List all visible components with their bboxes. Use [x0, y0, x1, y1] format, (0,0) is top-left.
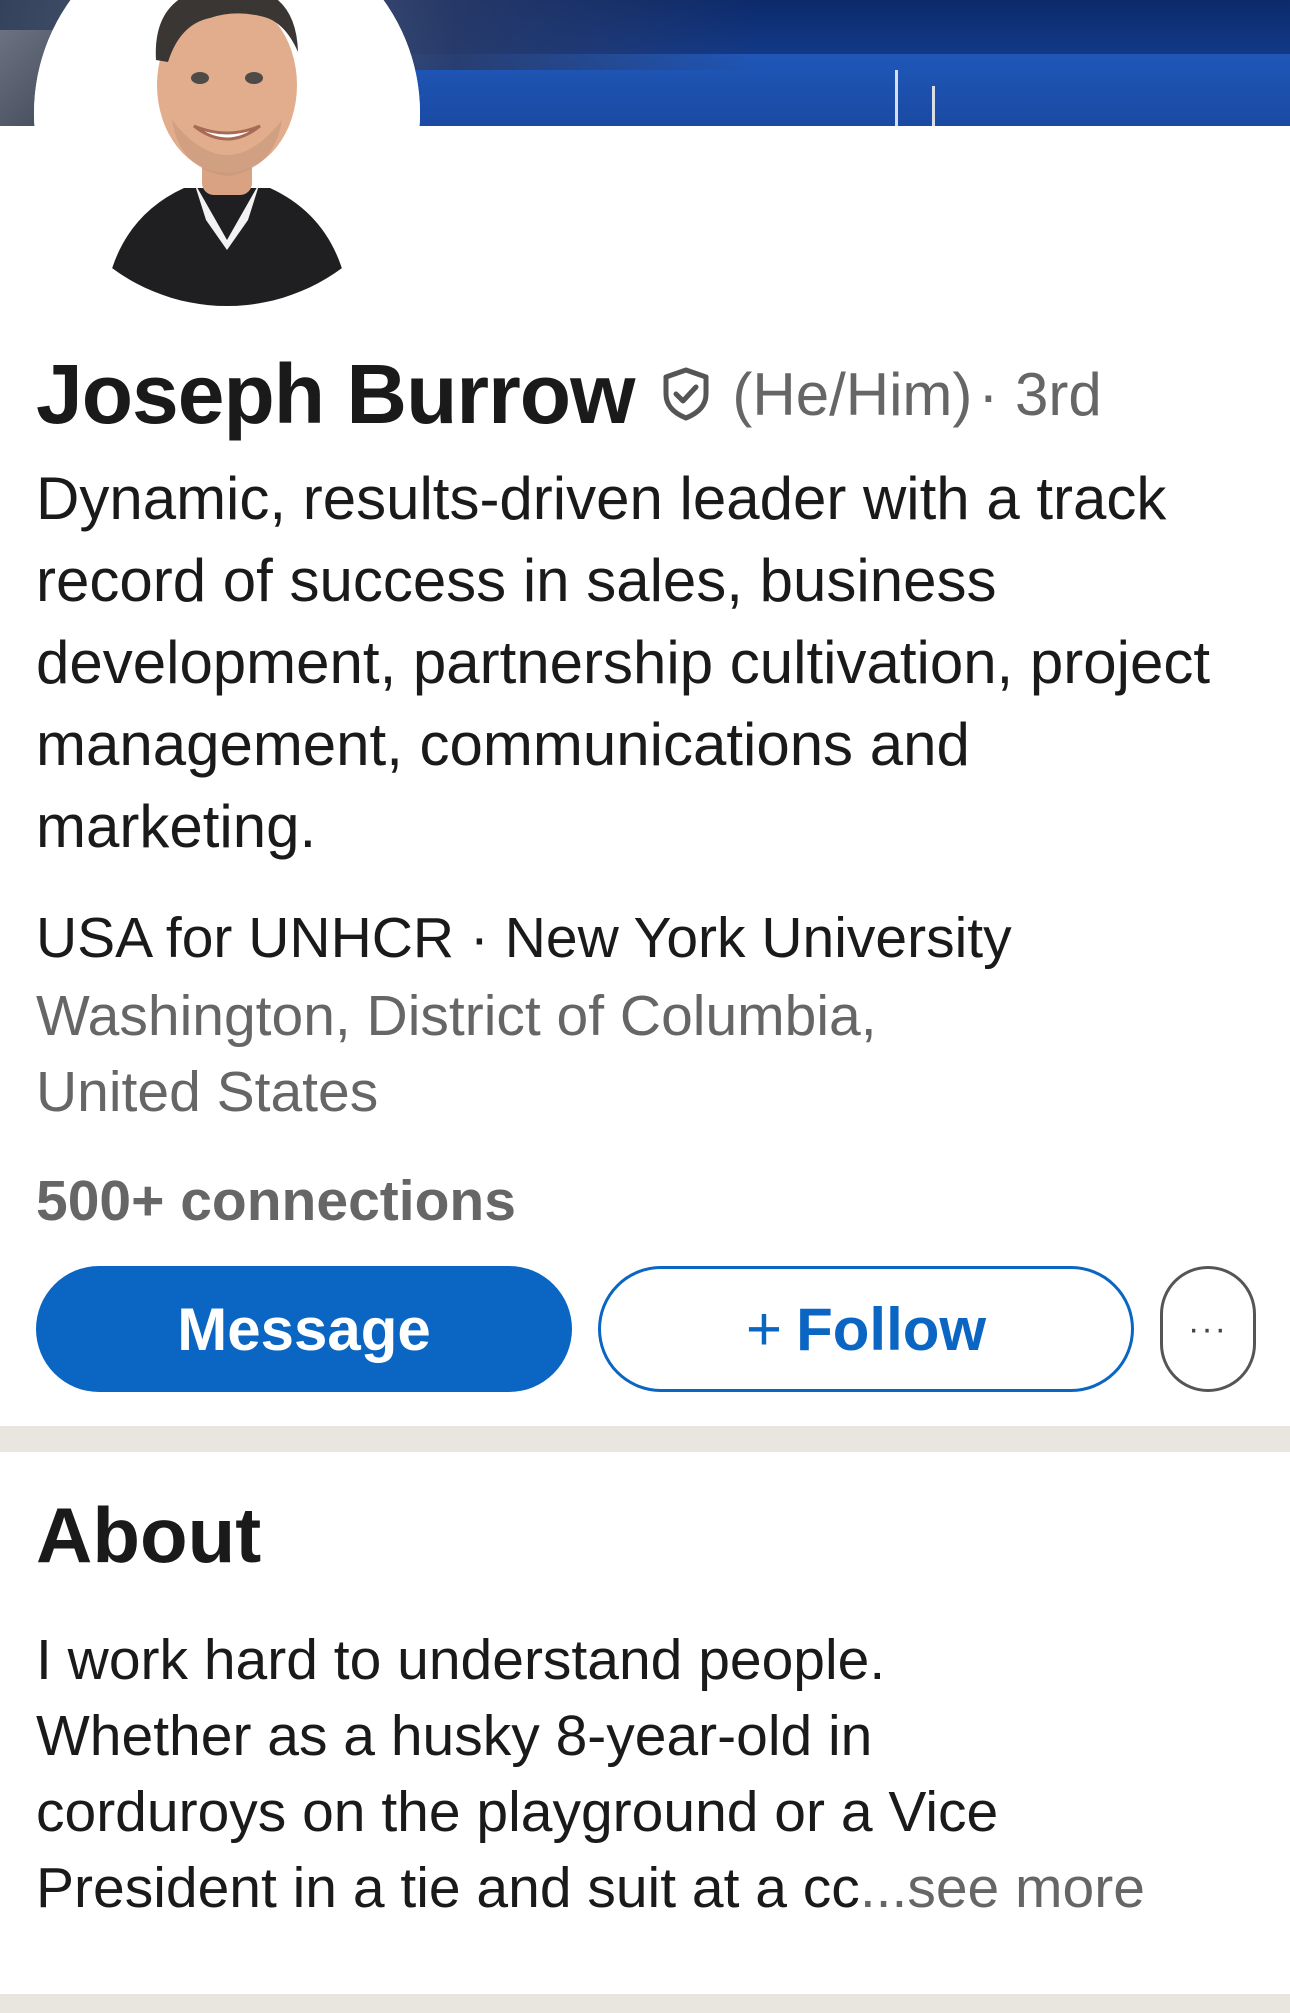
section-divider — [0, 1426, 1290, 1452]
about-section-title: About — [36, 1491, 262, 1579]
more-actions-button[interactable]: ··· — [1160, 1266, 1256, 1392]
section-divider-bottom — [0, 1994, 1290, 2013]
plus-icon: + — [745, 1294, 783, 1364]
shield-check-icon[interactable] — [656, 364, 716, 424]
profile-pronouns: (He/Him) — [732, 360, 973, 428]
profile-organizations[interactable]: USA for UNHCR · New York University — [36, 900, 1256, 976]
about-line-text: President in a tie and suit at a cc — [36, 1856, 860, 1920]
profile-avatar[interactable] — [34, 0, 420, 306]
profile-name: Joseph Burrow — [36, 346, 635, 441]
follow-button-label: Follow — [796, 1295, 987, 1363]
see-more-link[interactable]: ...see more — [860, 1856, 1145, 1920]
profile-headline: Dynamic, results-driven leader with a tr… — [36, 465, 1210, 860]
profile-actions: Message + Follow ··· — [36, 1266, 1256, 1392]
connection-degree: · 3rd — [978, 360, 1102, 428]
about-line: corduroys on the playground or a Vice — [36, 1780, 999, 1844]
follow-button[interactable]: + Follow — [598, 1266, 1134, 1392]
connections-count[interactable]: 500+ connections — [36, 1163, 516, 1239]
about-section-text: I work hard to understand people. Whethe… — [36, 1622, 1261, 1926]
message-button-label: Message — [177, 1295, 431, 1363]
about-line: I work hard to understand people. — [36, 1628, 886, 1692]
about-line: Whether as a husky 8-year-old in — [36, 1704, 873, 1768]
profile-location: Washington, District of Columbia, United… — [36, 984, 877, 1124]
message-button[interactable]: Message — [36, 1266, 572, 1392]
about-line-last: President in a tie and suit at a cc...se… — [36, 1850, 1261, 1926]
profile-name-row: Joseph Burrow (He/Him) · 3rd — [36, 347, 1266, 441]
ellipsis-icon: ··· — [1188, 1310, 1228, 1348]
avatar-photo — [34, 0, 420, 306]
